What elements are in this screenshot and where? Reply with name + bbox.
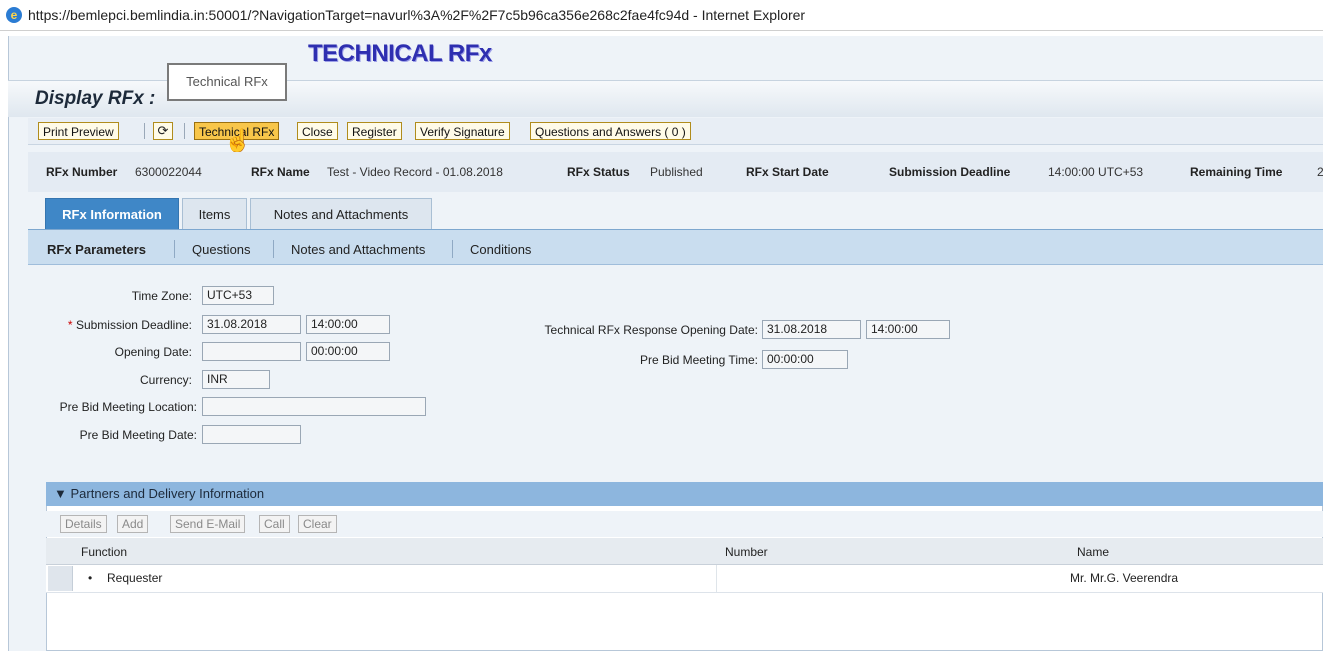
toolbar-separator — [144, 123, 145, 139]
submission-deadline-label: Submission Deadline — [889, 165, 1011, 179]
tech-opening-date-field[interactable]: 31.08.2018 — [762, 320, 861, 339]
submission-time-field[interactable]: 14:00:00 — [306, 315, 390, 334]
remaining-time-label: Remaining Time — [1190, 165, 1283, 179]
submission-deadline-value: 14:00:00 UTC+53 — [1048, 165, 1144, 179]
clear-button[interactable]: Clear — [298, 515, 337, 533]
tooltip: Technical RFx — [167, 63, 287, 101]
partners-table-header — [46, 538, 1323, 565]
column-name[interactable]: Name — [1077, 545, 1109, 559]
refresh-icon[interactable]: ⟳ — [153, 122, 173, 140]
rfx-start-date-label: RFx Start Date — [746, 165, 829, 179]
time-zone-field[interactable]: UTC+53 — [202, 286, 274, 305]
pre-bid-date-field[interactable] — [202, 425, 301, 444]
submission-deadline-field-label: * Submission Deadline: — [68, 318, 192, 332]
column-function[interactable]: Function — [81, 545, 127, 559]
add-button[interactable]: Add — [117, 515, 149, 533]
opening-time-field[interactable]: 00:00:00 — [306, 342, 390, 361]
subtab-separator — [452, 240, 453, 258]
row-selector[interactable] — [48, 566, 73, 591]
rfx-number-label: RFx Number — [46, 165, 118, 179]
send-email-button[interactable]: Send E-Mail — [170, 515, 246, 533]
hand-cursor-icon: ☝ — [224, 128, 252, 153]
register-button[interactable]: Register — [347, 122, 402, 140]
column-number[interactable]: Number — [725, 545, 768, 559]
subtab-conditions[interactable]: Conditions — [470, 242, 531, 257]
partners-panel-header[interactable]: ▼ Partners and Delivery Information — [46, 482, 1323, 506]
pre-bid-location-label: Pre Bid Meeting Location: — [59, 400, 197, 414]
cell-function: Requester — [107, 571, 163, 585]
subtab-separator — [174, 240, 175, 258]
subtab-questions[interactable]: Questions — [192, 242, 251, 257]
cell-divider — [716, 565, 717, 592]
tab-rfx-information[interactable]: RFx Information — [45, 198, 179, 229]
video-overlay-title: TECHNICAL RFx — [308, 40, 492, 67]
browser-title: https://bemlepci.bemlindia.in:50001/?Nav… — [28, 7, 806, 23]
tab-items[interactable]: Items — [182, 198, 247, 229]
tech-opening-time-field[interactable]: 14:00:00 — [866, 320, 950, 339]
tab-notes-attachments[interactable]: Notes and Attachments — [250, 198, 432, 229]
submission-deadline-text: Submission Deadline: — [75, 318, 192, 332]
partners-panel-title: Partners and Delivery Information — [70, 486, 265, 501]
verify-signature-button[interactable]: Verify Signature — [415, 122, 510, 140]
currency-field[interactable]: INR — [202, 370, 270, 389]
page-title: Display RFx : — [35, 88, 156, 109]
questions-answers-button[interactable]: Questions and Answers ( 0 ) — [530, 122, 691, 140]
close-button[interactable]: Close — [297, 122, 338, 140]
print-preview-button[interactable]: Print Preview — [38, 122, 119, 140]
subtab-separator — [273, 240, 274, 258]
opening-date-field[interactable] — [202, 342, 301, 361]
pre-bid-time-field[interactable]: 00:00:00 — [762, 350, 848, 369]
pre-bid-date-label: Pre Bid Meeting Date: — [79, 428, 197, 442]
pre-bid-time-label: Pre Bid Meeting Time: — [639, 353, 758, 367]
required-marker: * — [67, 318, 76, 332]
cell-name: Mr. Mr.G. Veerendra — [1070, 571, 1179, 585]
rfx-name-value: Test - Video Record - 01.08.2018 — [327, 165, 503, 179]
opening-date-label: Opening Date: — [114, 345, 192, 359]
subtab-rfx-parameters[interactable]: RFx Parameters — [47, 242, 146, 257]
rfx-status-value: Published — [650, 165, 703, 179]
time-zone-label: Time Zone: — [131, 289, 192, 303]
collapse-triangle-icon[interactable]: ▼ — [54, 486, 67, 501]
tech-opening-date-label: Technical RFx Response Opening Date: — [544, 323, 758, 337]
submission-date-field[interactable]: 31.08.2018 — [202, 315, 301, 334]
currency-label: Currency: — [139, 373, 192, 387]
call-button[interactable]: Call — [259, 515, 290, 533]
rfx-number-value: 6300022044 — [135, 165, 202, 179]
remaining-time-value: 2 — [1317, 165, 1323, 179]
rfx-name-label: RFx Name — [251, 165, 310, 179]
pre-bid-location-field[interactable] — [202, 397, 426, 416]
toolbar-separator — [184, 123, 185, 139]
details-button[interactable]: Details — [60, 515, 107, 533]
rfx-status-label: RFx Status — [567, 165, 630, 179]
browser-title-bar: e https://bemlepci.bemlindia.in:50001/?N… — [0, 0, 1323, 31]
internet-explorer-icon: e — [6, 7, 22, 23]
subtab-notes-attachments[interactable]: Notes and Attachments — [291, 242, 425, 257]
row-bullet-icon: • — [88, 571, 93, 585]
